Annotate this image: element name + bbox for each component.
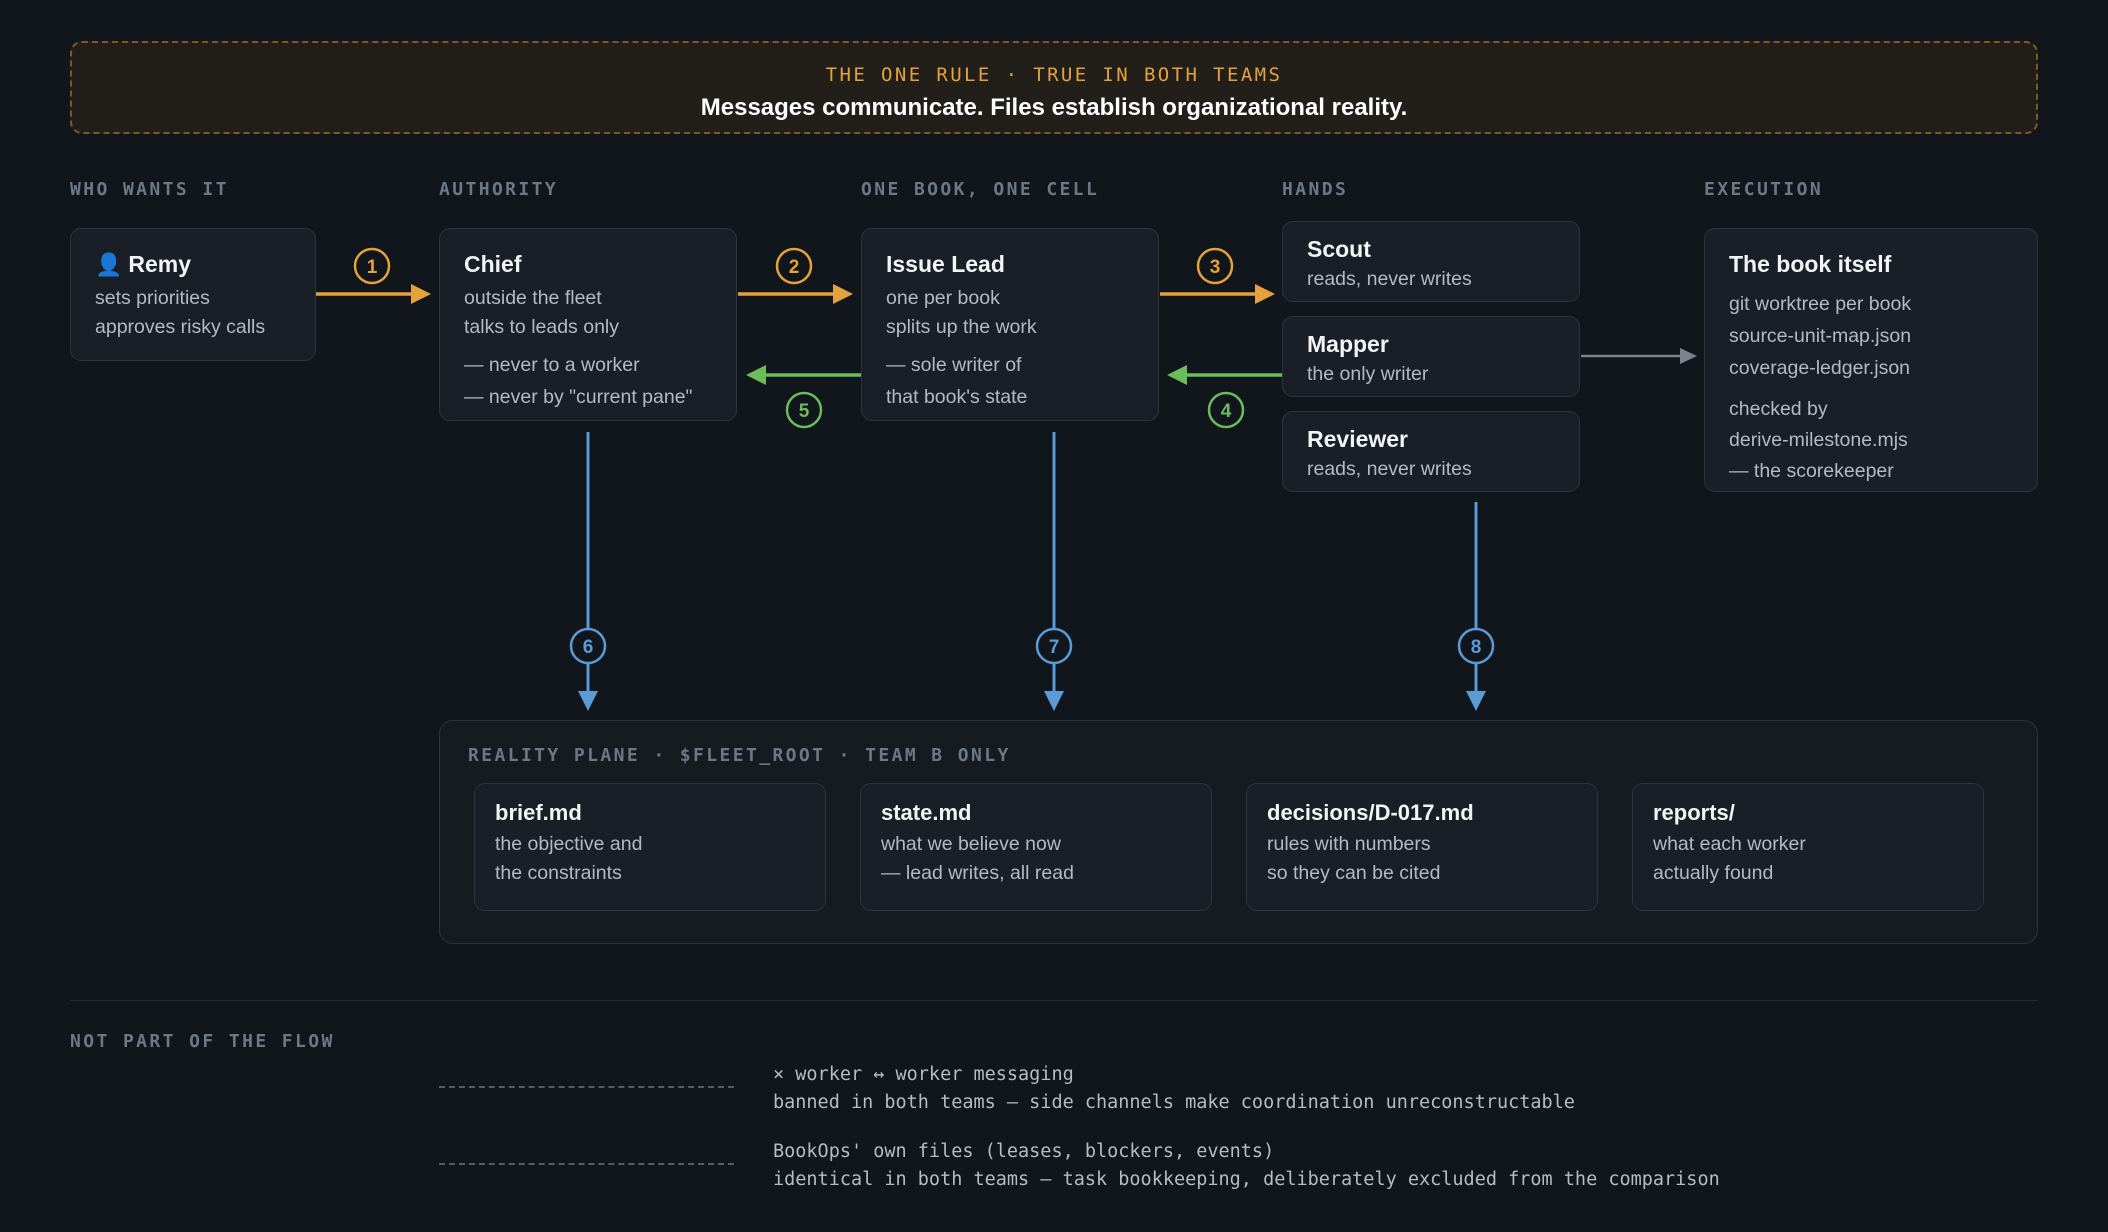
file-card-decisions: decisions/D-017.md rules with numbers so… [1246, 783, 1598, 911]
remy-card: 👤 Remy sets priorities approves risky cal… [70, 228, 316, 361]
book-line: coverage-ledger.json [1729, 357, 1911, 379]
remy-title-row: 👤 Remy [95, 251, 291, 278]
file-line: so they can be cited [1267, 861, 1441, 884]
step-badge-3: 3 [1210, 257, 1221, 278]
issue-lead-title: Issue Lead [886, 251, 1005, 277]
chief-title: Chief [464, 251, 522, 277]
file-title: state.md [881, 800, 972, 825]
reality-plane: REALITY PLANE · $FLEET_ROOT · TEAM B ONL… [439, 720, 2038, 944]
chief-card: Chief outside the fleet talks to leads o… [439, 228, 737, 421]
step-badge-8: 8 [1471, 637, 1482, 658]
issue-lead-line: splits up the work [886, 315, 1037, 338]
not-part-item-line: BookOps' own files (leases, blockers, ev… [773, 1141, 1275, 1162]
arrow-step-8: 8 [1457, 502, 1495, 711]
scout-card: Scout reads, never writes [1282, 221, 1580, 302]
mapper-title: Mapper [1307, 331, 1389, 357]
file-line: — lead writes, all read [881, 861, 1074, 884]
issue-lead-card: Issue Lead one per book splits up the wo… [861, 228, 1159, 421]
step-badge-2: 2 [789, 257, 800, 278]
section-divider [70, 1000, 2038, 1001]
arrow-step-5: 5 [746, 365, 861, 429]
issue-lead-note: that book's state [886, 385, 1028, 408]
not-part-item: × worker ↔ worker messaging banned in bo… [773, 1061, 1575, 1117]
book-note: checked by [1729, 398, 1828, 420]
issue-lead-line: one per book [886, 287, 1000, 309]
column-heading-authority: AUTHORITY [439, 179, 559, 200]
not-part-heading: NOT PART OF THE FLOW [70, 1031, 335, 1052]
book-title: The book itself [1729, 251, 1892, 277]
file-line: the objective and [495, 833, 643, 855]
reviewer-card: Reviewer reads, never writes [1282, 411, 1580, 492]
book-line: git worktree per book [1729, 293, 1912, 315]
arrow-step-7: 7 [1035, 432, 1073, 711]
file-card-brief: brief.md the objective and the constrain… [474, 783, 826, 911]
not-part-item-line: × worker ↔ worker messaging [773, 1064, 1074, 1085]
column-heading-book: ONE BOOK, ONE CELL [861, 179, 1100, 200]
scout-line: reads, never writes [1307, 268, 1472, 290]
step-badge-1: 1 [367, 257, 378, 278]
file-title: decisions/D-017.md [1267, 800, 1474, 825]
reviewer-line: reads, never writes [1307, 458, 1472, 480]
arrow-step-1: 1 [316, 247, 431, 304]
column-heading-hands: HANDS [1282, 179, 1349, 200]
column-heading-execution: EXECUTION [1704, 179, 1824, 200]
book-note: derive-milestone.mjs [1729, 429, 1908, 451]
step-badge-6: 6 [583, 637, 594, 658]
issue-lead-note: — sole writer of [886, 354, 1022, 376]
not-part-item: BookOps' own files (leases, blockers, ev… [773, 1138, 1720, 1194]
arrow-step-4: 4 [1167, 365, 1282, 429]
file-line: what each worker [1653, 833, 1806, 855]
chief-line: talks to leads only [464, 315, 620, 338]
arrow-mapper-to-book [1581, 348, 1697, 364]
scout-title: Scout [1307, 236, 1371, 262]
book-card: The book itself git worktree per book so… [1704, 228, 2038, 492]
file-title: brief.md [495, 800, 582, 825]
rule-banner: THE ONE RULE · TRUE IN BOTH TEAMS Messag… [70, 41, 2038, 134]
remy-line: sets priorities [95, 287, 210, 309]
remy-line: approves risky calls [95, 315, 266, 338]
file-card-state: state.md what we believe now — lead writ… [860, 783, 1212, 911]
file-line: actually found [1653, 861, 1774, 884]
arrow-step-3: 3 [1160, 247, 1275, 304]
dashed-legend-line [439, 1163, 734, 1165]
step-badge-4: 4 [1221, 401, 1232, 422]
mapper-line: the only writer [1307, 363, 1429, 385]
arrow-step-6: 6 [569, 432, 607, 711]
book-note: — the scorekeeper [1729, 460, 1894, 482]
step-badge-5: 5 [799, 401, 810, 422]
reality-plane-heading: REALITY PLANE · $FLEET_ROOT · TEAM B ONL… [468, 745, 1011, 766]
file-title: reports/ [1653, 800, 1735, 825]
file-line: rules with numbers [1267, 833, 1431, 855]
file-line: what we believe now [881, 833, 1061, 855]
step-badge-7: 7 [1049, 637, 1060, 658]
arrow-step-2: 2 [738, 247, 853, 304]
book-line: source-unit-map.json [1729, 325, 1912, 347]
remy-title: Remy [128, 251, 192, 277]
banner-kicker: THE ONE RULE · TRUE IN BOTH TEAMS [825, 64, 1283, 86]
person-icon: 👤 [95, 252, 123, 277]
reviewer-title: Reviewer [1307, 426, 1409, 452]
mapper-card: Mapper the only writer [1282, 316, 1580, 397]
banner-title: Messages communicate. Files establish or… [700, 94, 1408, 121]
dashed-legend-line [439, 1086, 734, 1088]
not-part-item-line: identical in both teams — task bookkeepi… [773, 1169, 1720, 1190]
file-card-reports: reports/ what each worker actually found [1632, 783, 1984, 911]
chief-note: — never to a worker [464, 354, 640, 376]
chief-line: outside the fleet [464, 287, 602, 309]
diagram-canvas: THE ONE RULE · TRUE IN BOTH TEAMS Messag… [0, 0, 2108, 1232]
column-heading-who: WHO WANTS IT [70, 179, 229, 200]
not-part-item-line: banned in both teams — side channels mak… [773, 1092, 1575, 1113]
file-line: the constraints [495, 861, 622, 884]
chief-note: — never by "current pane" [464, 385, 693, 408]
